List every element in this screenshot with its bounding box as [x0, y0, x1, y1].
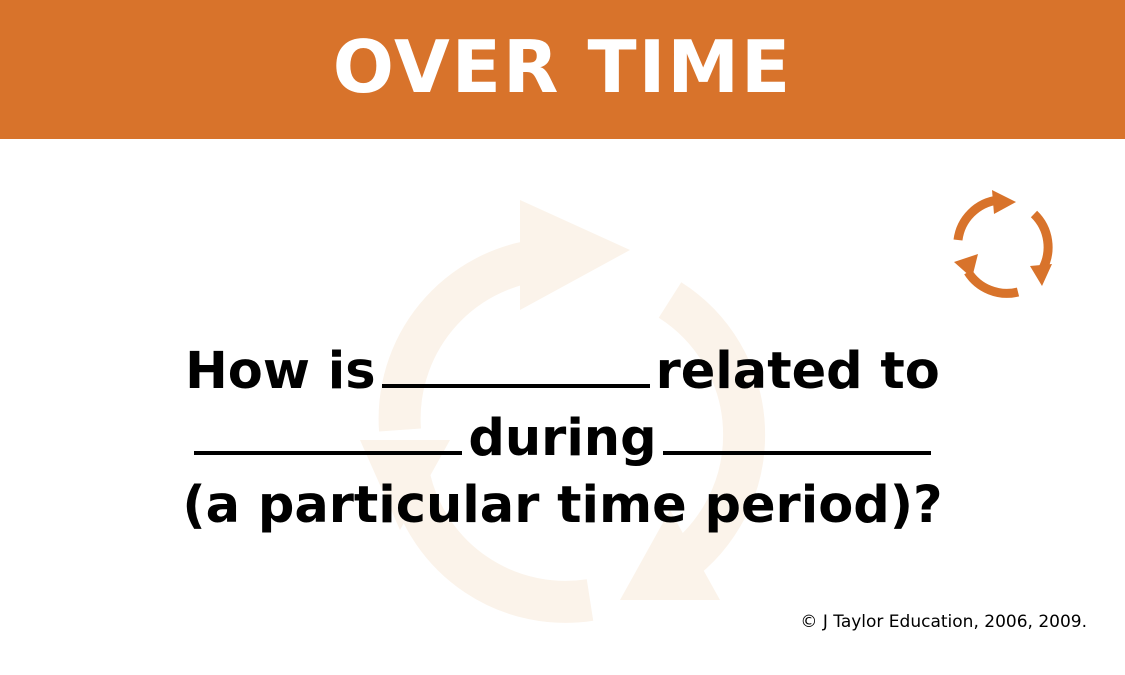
question-line-3: (a particular time period)?: [182, 476, 943, 535]
blank-line-3: [662, 451, 931, 455]
copyright-notice: © J Taylor Education, 2006, 2009.: [800, 612, 1087, 632]
question-line-2: during: [0, 405, 1125, 472]
question-line-1-start: How is: [185, 342, 376, 401]
over-time-card: OVER TIME How is related to during (a par…: [0, 0, 1125, 675]
blank-line-1: [381, 384, 650, 388]
header-title: OVER TIME: [332, 24, 793, 109]
question-line-1-end: related to: [655, 342, 940, 401]
question-line-1: How is related to: [0, 338, 1125, 405]
blank-line-2: [194, 451, 463, 455]
header-band: OVER TIME: [0, 0, 1125, 139]
question-prompt: How is related to during (a particular ti…: [0, 338, 1125, 539]
question-line-2-middle: during: [468, 409, 657, 468]
cycle-arrows-icon: [953, 190, 1053, 298]
